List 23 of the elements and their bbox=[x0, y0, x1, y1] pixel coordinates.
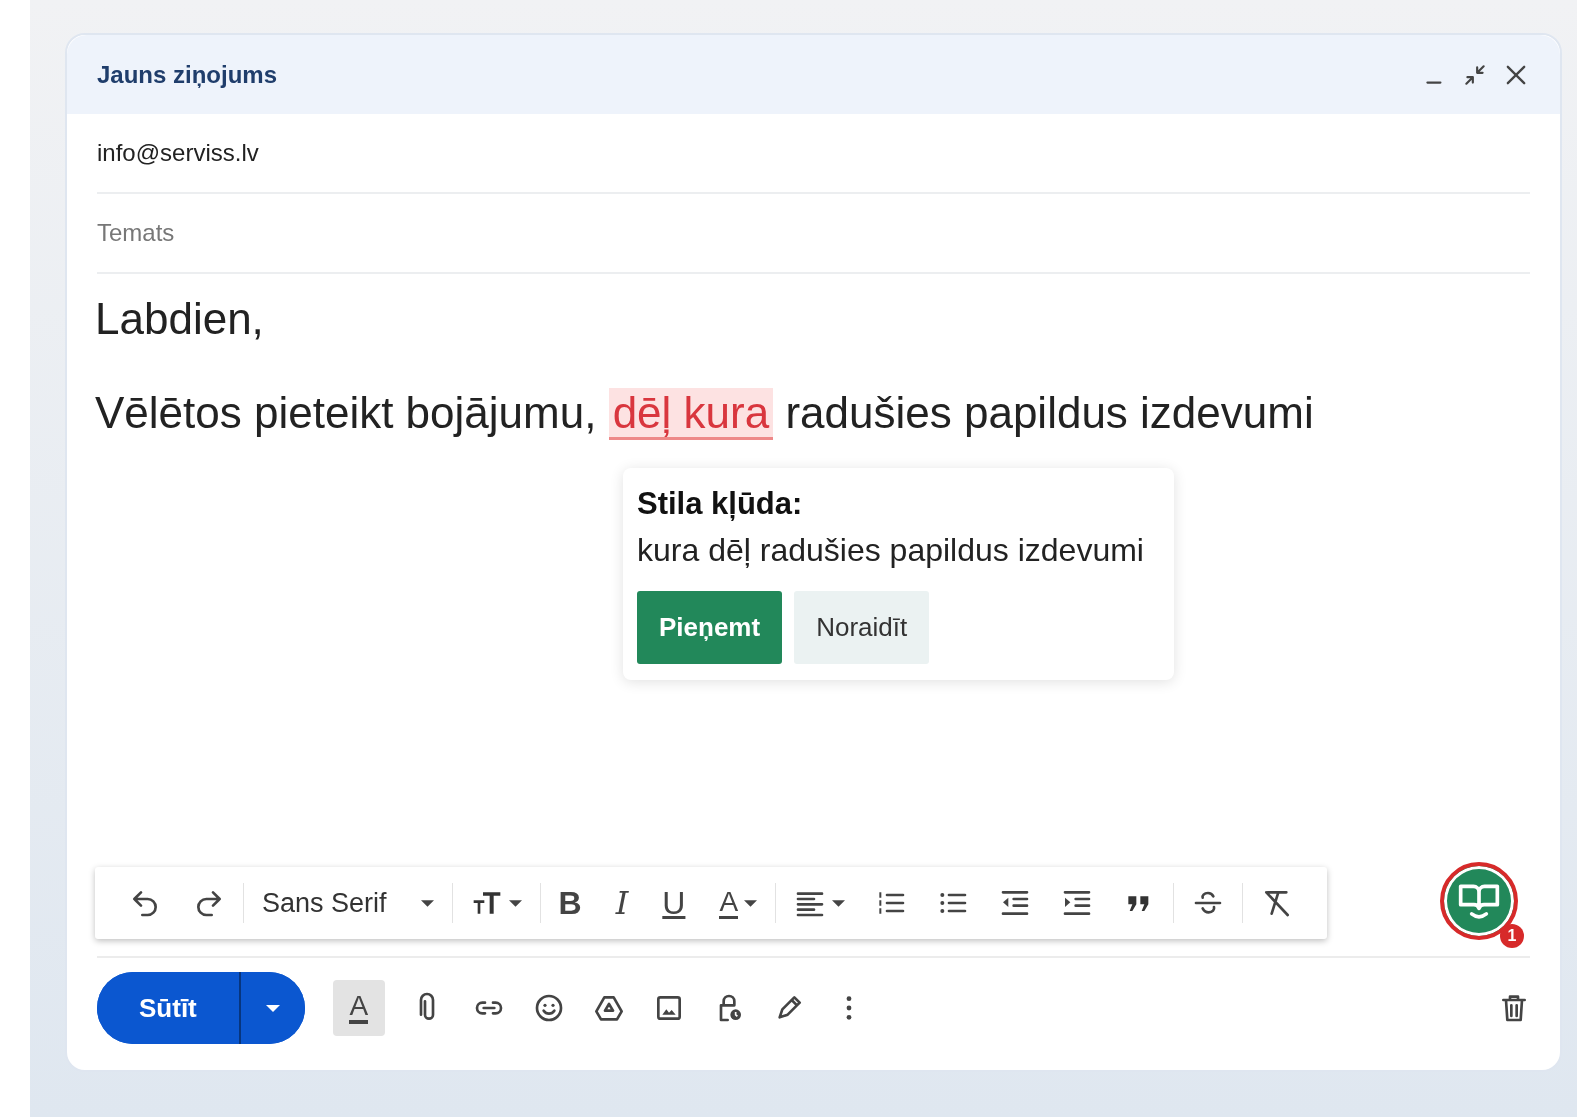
accept-button[interactable]: Pieņemt bbox=[637, 591, 783, 664]
flagged-phrase[interactable]: dēļ kura bbox=[608, 388, 774, 440]
subject-field[interactable]: Temats bbox=[97, 194, 1530, 272]
notification-badge: 1 bbox=[1500, 924, 1524, 948]
suggestion-title: Stila kļūda: bbox=[637, 486, 803, 522]
font-dropdown[interactable]: Sans Serif bbox=[262, 887, 434, 919]
reject-button[interactable]: Noraidīt bbox=[794, 591, 930, 664]
bold-button[interactable]: B bbox=[558, 884, 582, 922]
greeting-text: Labdien, bbox=[95, 294, 264, 344]
caret-icon bbox=[265, 1004, 280, 1012]
suggestion-text: kura dēļ radušies papildus izdevumi bbox=[637, 532, 1144, 569]
recipient-field[interactable]: info@serviss.lv bbox=[97, 114, 1530, 192]
formatting-options-button[interactable]: A bbox=[332, 980, 385, 1036]
italic-button[interactable]: I bbox=[615, 884, 629, 922]
send-button[interactable]: Sūtīt bbox=[97, 972, 241, 1044]
caret-icon[interactable] bbox=[420, 899, 434, 907]
caret-icon[interactable] bbox=[508, 899, 522, 907]
underline-button[interactable]: U bbox=[662, 884, 686, 922]
caret-icon[interactable] bbox=[744, 899, 758, 907]
caret-icon[interactable] bbox=[832, 899, 846, 907]
window-title: Jauns ziņojums bbox=[97, 60, 279, 89]
text-color-button[interactable]: A bbox=[719, 887, 739, 919]
body-text: Vēlētos pieteikt bojājumu, dēļ kura radušies papildus izdevumi bbox=[95, 388, 1314, 438]
